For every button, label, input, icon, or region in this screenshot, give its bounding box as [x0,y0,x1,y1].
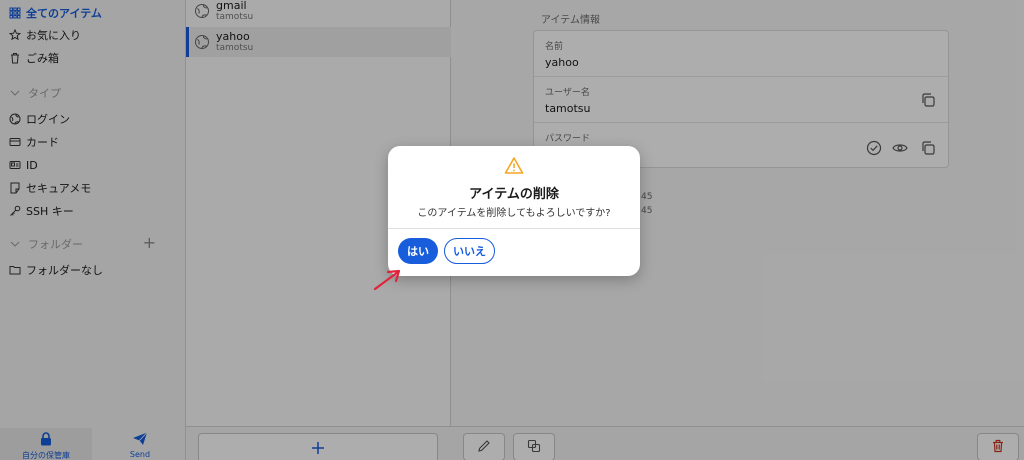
dialog-divider [388,228,640,229]
warning-triangle-icon [504,156,524,176]
dialog-message: このアイテムを削除してもよろしいですか? [417,208,611,219]
dialog-title: アイテムの削除 [469,187,559,202]
confirm-yes-button[interactable]: はい [398,238,438,264]
annotation-arrow-icon [373,269,401,291]
delete-confirm-dialog: アイテムの削除 このアイテムを削除してもよろしいですか? はい いいえ [388,146,640,276]
confirm-no-button[interactable]: いいえ [444,238,495,264]
